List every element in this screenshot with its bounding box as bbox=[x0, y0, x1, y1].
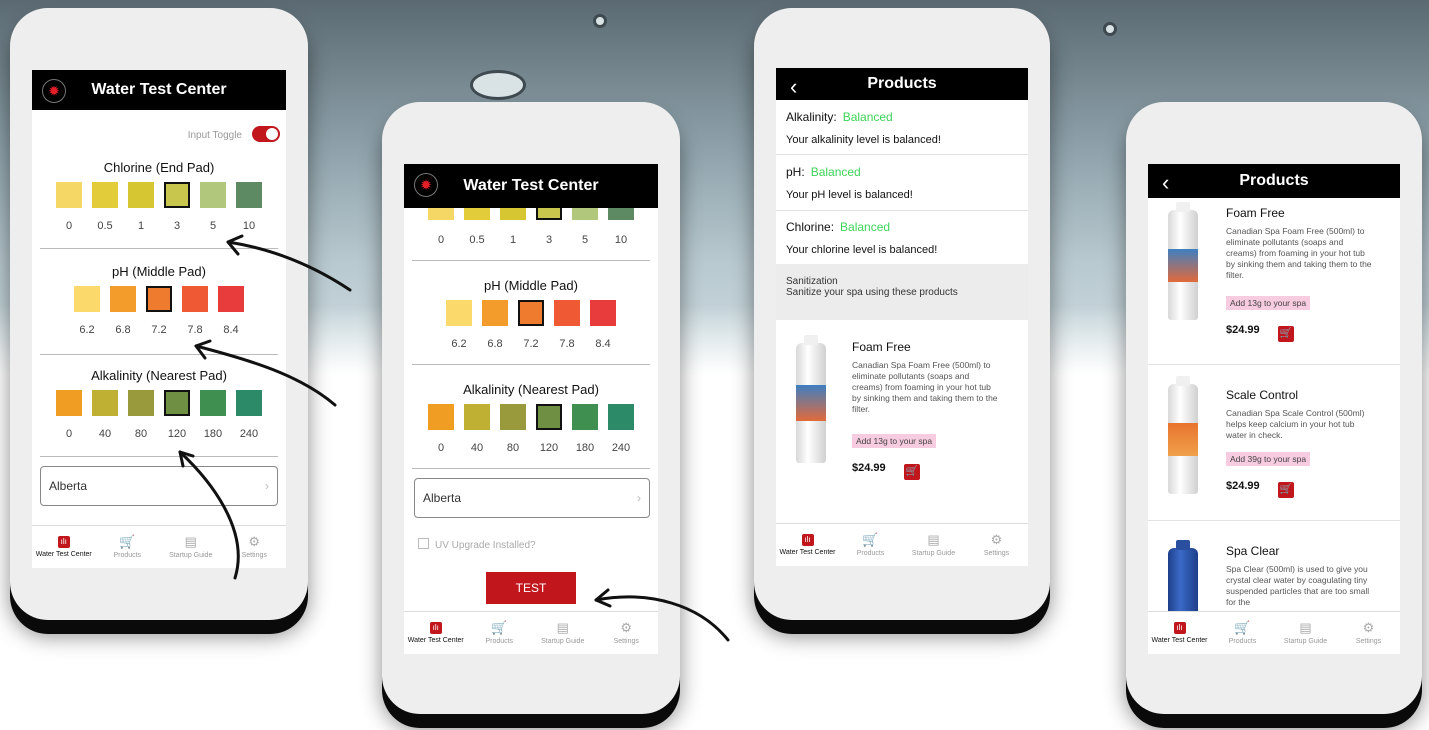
annotation-arrow bbox=[178, 450, 240, 580]
annotation-arrow bbox=[226, 240, 352, 292]
annotation-arrow bbox=[594, 595, 730, 642]
annotation-arrow bbox=[194, 344, 337, 407]
annotation-arrows bbox=[178, 234, 730, 642]
